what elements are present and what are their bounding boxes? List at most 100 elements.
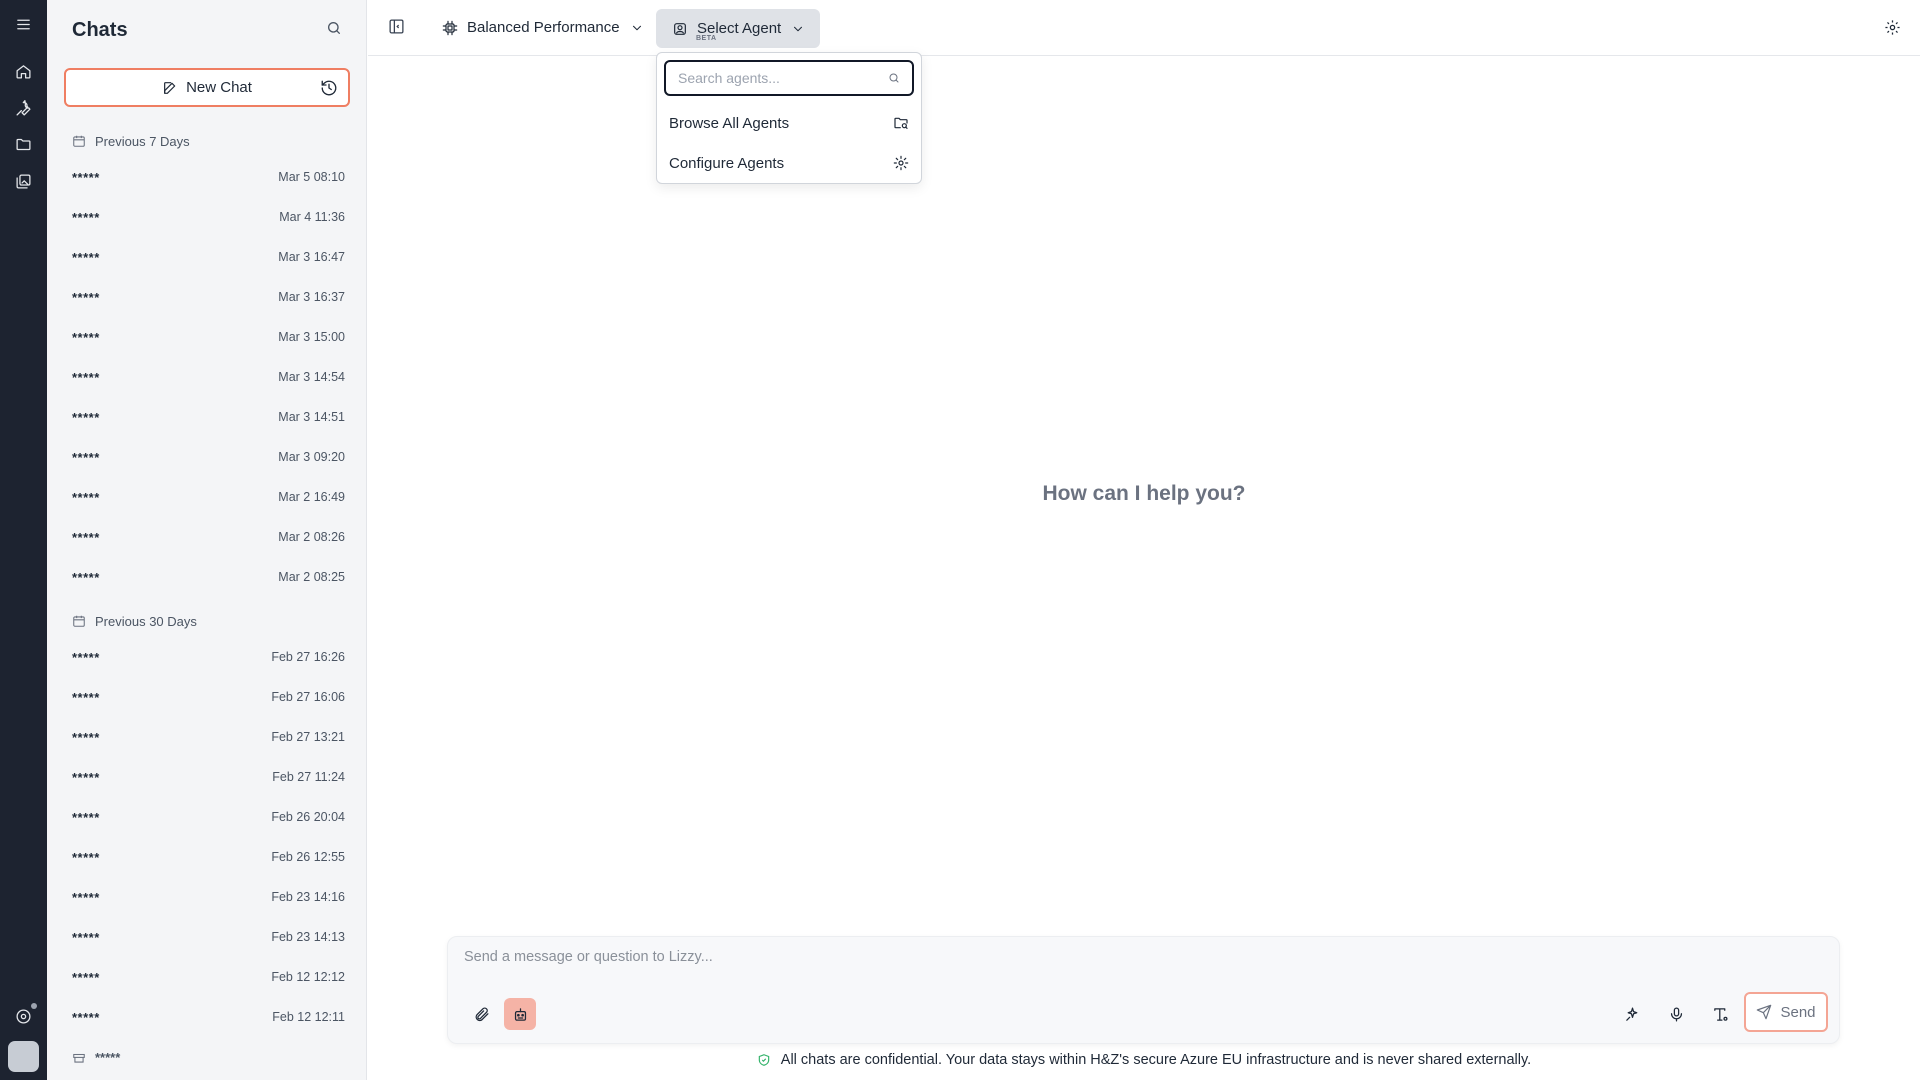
chat-list-item[interactable]: ***** Mar 3 15:00: [47, 317, 366, 357]
attach-button[interactable]: [465, 998, 497, 1030]
history-icon[interactable]: [320, 79, 338, 97]
chat-timestamp: Feb 12 12:11: [272, 1010, 345, 1024]
chat-title: *****: [72, 169, 100, 185]
confidentiality-notice: All chats are confidential. Your data st…: [368, 1052, 1920, 1068]
agent-search-field[interactable]: [664, 60, 914, 96]
calendar-icon: [73, 135, 85, 147]
agent-dropdown: Browse All Agents Configure Agents: [656, 52, 922, 184]
group-header-previous-7-days: Previous 7 Days: [72, 132, 190, 150]
chat-list-item[interactable]: ***** Feb 26 12:55: [47, 837, 366, 877]
chat-list-item[interactable]: ***** Mar 5 08:10: [47, 157, 366, 197]
chevron-down-icon: [630, 21, 644, 35]
chat-list-item[interactable]: ***** Feb 12 12:12: [47, 957, 366, 997]
agent-select[interactable]: Select Agent BETA: [656, 9, 820, 48]
chat-timestamp: Feb 27 11:24: [272, 770, 345, 784]
chat-title: *****: [72, 369, 100, 385]
chat-list-item[interactable]: ***** Mar 3 14:54: [47, 357, 366, 397]
text-format-button[interactable]: [1704, 998, 1736, 1030]
browse-all-agents-item[interactable]: Browse All Agents: [657, 104, 921, 142]
chat-list-item[interactable]: ***** Feb 12 12:11: [47, 997, 366, 1037]
toggle-sidebar-icon[interactable]: [388, 18, 406, 36]
agent-icon: [672, 21, 688, 37]
gear-icon[interactable]: [1884, 19, 1902, 37]
chat-list-item[interactable]: ***** Feb 27 11:24: [47, 757, 366, 797]
chat-list-item[interactable]: ***** Mar 2 08:26: [47, 517, 366, 557]
chat-list-item[interactable]: ***** Feb 27 16:26: [47, 637, 366, 677]
model-label: Balanced Performance: [467, 19, 620, 36]
chip-icon: [442, 20, 458, 36]
message-input[interactable]: [464, 949, 1804, 979]
search-icon[interactable]: [326, 20, 346, 40]
sidebar-bottom-item[interactable]: *****: [72, 1050, 120, 1065]
edit-icon: [162, 80, 178, 96]
chat-title: *****: [72, 809, 100, 825]
gallery-icon[interactable]: [12, 170, 35, 193]
chat-timestamp: Mar 3 14:54: [278, 370, 345, 384]
folder-icon[interactable]: [12, 133, 35, 156]
agent-toggle-button[interactable]: [504, 998, 536, 1030]
chat-title: *****: [72, 569, 100, 585]
sparkle-icon: [1625, 1006, 1637, 1021]
chat-title: *****: [72, 209, 100, 225]
home-icon[interactable]: [12, 60, 35, 83]
avatar[interactable]: [8, 1041, 39, 1072]
chat-title: *****: [72, 289, 100, 305]
chat-timestamp: Mar 3 16:47: [278, 250, 345, 264]
tools-icon[interactable]: [12, 97, 35, 120]
chat-list-item[interactable]: ***** Mar 4 11:36: [47, 197, 366, 237]
chat-timestamp: Feb 27 16:26: [271, 650, 345, 664]
chat-list-item[interactable]: ***** Feb 26 20:04: [47, 797, 366, 837]
paperclip-icon: [475, 1007, 489, 1021]
chat-timestamp: Mar 3 16:37: [278, 290, 345, 304]
chat-timestamp: Mar 3 09:20: [278, 450, 345, 464]
chat-list-item[interactable]: ***** Feb 27 13:21: [47, 717, 366, 757]
robot-icon: [514, 1007, 526, 1021]
chat-list-item[interactable]: ***** Mar 3 16:47: [47, 237, 366, 277]
chat-title: *****: [72, 489, 100, 505]
chat-title: *****: [72, 769, 100, 785]
configure-agents-label: Configure Agents: [669, 154, 785, 172]
new-chat-label: New Chat: [186, 79, 252, 96]
configure-agents-item[interactable]: Configure Agents: [657, 144, 921, 182]
enhance-prompt-button[interactable]: [1616, 998, 1648, 1030]
greeting-heading: How can I help you?: [1042, 482, 1246, 505]
chat-timestamp: Feb 27 13:21: [271, 730, 345, 744]
chat-list-item[interactable]: ***** Mar 3 16:37: [47, 277, 366, 317]
top-bar: Balanced Performance Select Agent BETA: [368, 0, 1920, 56]
chat-timestamp: Feb 23 14:16: [271, 890, 345, 904]
chat-title: *****: [72, 449, 100, 465]
chat-timestamp: Feb 27 16:06: [271, 690, 345, 704]
send-button[interactable]: Send: [1744, 992, 1828, 1032]
agent-search-input[interactable]: [678, 70, 888, 86]
chat-timestamp: Feb 26 12:55: [271, 850, 345, 864]
chat-title: *****: [72, 1009, 100, 1025]
beta-badge: BETA: [696, 35, 717, 42]
chat-timestamp: Mar 2 08:25: [278, 570, 345, 584]
chat-list-item[interactable]: ***** Mar 3 09:20: [47, 437, 366, 477]
chat-title: *****: [72, 689, 100, 705]
chat-list-item[interactable]: ***** Mar 2 16:49: [47, 477, 366, 517]
chat-list-item[interactable]: ***** Feb 27 16:06: [47, 677, 366, 717]
chat-title: *****: [72, 649, 100, 665]
support-icon[interactable]: [12, 1005, 35, 1028]
new-chat-button[interactable]: New Chat: [64, 68, 350, 107]
chat-list-item[interactable]: ***** Feb 23 14:16: [47, 877, 366, 917]
chat-list-item[interactable]: ***** Mar 2 08:25: [47, 557, 366, 597]
folder-search-icon: [894, 117, 908, 129]
chat-timestamp: Mar 2 16:49: [278, 490, 345, 504]
chat-timestamp: Feb 26 20:04: [271, 810, 345, 824]
gear-icon: [893, 155, 909, 171]
send-label: Send: [1780, 1003, 1816, 1021]
group-label: Previous 7 Days: [95, 133, 190, 149]
chat-timestamp: Mar 3 15:00: [278, 330, 345, 344]
chat-title: *****: [72, 529, 100, 545]
send-icon: [1757, 1004, 1772, 1020]
chat-title: *****: [72, 249, 100, 265]
chat-list-item[interactable]: ***** Mar 3 14:51: [47, 397, 366, 437]
model-select[interactable]: Balanced Performance: [434, 9, 652, 46]
chat-timestamp: Mar 3 14:51: [278, 410, 345, 424]
menu-icon[interactable]: [12, 13, 35, 36]
voice-input-button[interactable]: [1660, 998, 1692, 1030]
chat-list-item[interactable]: ***** Feb 23 14:13: [47, 917, 366, 957]
chat-timestamp: Feb 12 12:12: [271, 970, 345, 984]
